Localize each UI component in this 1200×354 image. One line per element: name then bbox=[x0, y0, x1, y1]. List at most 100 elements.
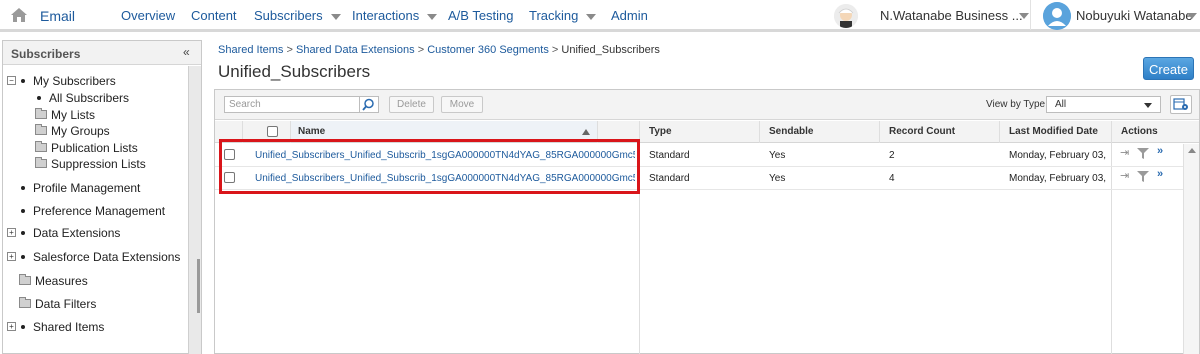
more-actions-icon[interactable]: » bbox=[1157, 145, 1163, 157]
import-icon[interactable]: ⇥ bbox=[1120, 169, 1129, 182]
nav-subscribers[interactable]: Subscribers bbox=[254, 8, 341, 23]
more-actions-icon[interactable]: » bbox=[1157, 168, 1163, 180]
column-header-sendable[interactable]: Sendable bbox=[759, 121, 879, 143]
data-grid: Search Delete Move View by Type All Name… bbox=[214, 89, 1200, 354]
user-icon bbox=[1043, 2, 1071, 30]
bullet-icon bbox=[21, 78, 25, 83]
nav-admin[interactable]: Admin bbox=[611, 8, 648, 23]
view-by-type-select[interactable]: All bbox=[1046, 96, 1161, 113]
sidebar-item-label: Data Extensions bbox=[33, 225, 121, 240]
create-button[interactable]: Create bbox=[1143, 57, 1194, 80]
sidebar-item-shared-items[interactable]: + Shared Items bbox=[7, 319, 104, 335]
column-header-last-modified[interactable]: Last Modified Date bbox=[999, 121, 1111, 143]
import-icon[interactable]: ⇥ bbox=[1120, 146, 1129, 159]
sidebar-item-data-filters[interactable]: Data Filters bbox=[19, 296, 96, 312]
chevron-down-icon bbox=[586, 13, 597, 20]
sidebar-item-my-subscribers[interactable]: − My Subscribers bbox=[7, 73, 116, 89]
view-by-type-label: View by Type bbox=[986, 99, 1046, 110]
column-header-type[interactable]: Type bbox=[639, 121, 759, 143]
sidebar-title: Subscribers bbox=[11, 47, 81, 61]
type-cell: Standard bbox=[649, 150, 690, 161]
sidebar-item-publication-lists[interactable]: Publication Lists bbox=[35, 140, 138, 156]
sidebar-item-preference-management[interactable]: Preference Management bbox=[21, 203, 165, 219]
sidebar-item-label: Suppression Lists bbox=[51, 156, 146, 171]
collapse-icon[interactable]: « bbox=[183, 45, 190, 59]
bullet-icon bbox=[21, 230, 25, 235]
sendable-cell: Yes bbox=[769, 173, 786, 184]
sidebar-item-measures[interactable]: Measures bbox=[19, 273, 88, 289]
nav-ab-testing[interactable]: A/B Testing bbox=[448, 8, 514, 23]
sidebar-item-suppression-lists[interactable]: Suppression Lists bbox=[35, 156, 146, 172]
column-divider bbox=[879, 121, 880, 143]
column-label: Record Count bbox=[889, 126, 956, 137]
user-name[interactable]: Nobuyuki Watanabe bbox=[1076, 8, 1193, 23]
nav-content[interactable]: Content bbox=[191, 8, 237, 23]
column-label: Type bbox=[649, 126, 672, 137]
delete-button[interactable]: Delete bbox=[389, 96, 434, 113]
folder-icon bbox=[35, 141, 47, 153]
column-label: Last Modified Date bbox=[1009, 126, 1098, 137]
filter-icon[interactable] bbox=[1137, 148, 1149, 159]
app-title[interactable]: Email bbox=[40, 8, 75, 24]
sidebar-item-salesforce-data-extensions[interactable]: + Salesforce Data Extensions bbox=[7, 249, 180, 265]
chevron-down-icon bbox=[427, 13, 438, 20]
sidebar-item-all-subscribers[interactable]: All Subscribers bbox=[37, 90, 129, 106]
column-label: Actions bbox=[1121, 126, 1158, 137]
collapse-toggle-icon[interactable]: − bbox=[7, 76, 16, 86]
column-settings-button[interactable] bbox=[1170, 95, 1192, 114]
breadcrumb-shared-data-extensions[interactable]: Shared Data Extensions bbox=[296, 44, 415, 56]
expand-toggle-icon[interactable]: + bbox=[7, 322, 16, 332]
breadcrumb-separator: > bbox=[417, 44, 425, 56]
column-header-actions: Actions bbox=[1111, 121, 1199, 143]
select-all-checkbox[interactable] bbox=[267, 126, 278, 137]
chevron-down-icon[interactable] bbox=[1187, 13, 1197, 19]
record-count-cell: 4 bbox=[889, 173, 895, 184]
sidebar-item-profile-management[interactable]: Profile Management bbox=[21, 180, 140, 196]
sidebar-item-label: Shared Items bbox=[33, 319, 105, 334]
column-divider bbox=[759, 121, 760, 143]
home-icon[interactable] bbox=[10, 7, 28, 23]
expand-toggle-icon[interactable]: + bbox=[7, 252, 16, 262]
expand-toggle-icon[interactable]: + bbox=[7, 228, 16, 238]
sidebar-item-label: Data Filters bbox=[35, 296, 97, 311]
sidebar-item-label: Publication Lists bbox=[51, 140, 138, 155]
filter-icon[interactable] bbox=[1137, 171, 1149, 182]
sidebar-item-label: Profile Management bbox=[33, 180, 141, 195]
type-cell: Standard bbox=[649, 173, 690, 184]
breadcrumb-shared-items[interactable]: Shared Items bbox=[218, 44, 283, 56]
sidebar-header: Subscribers « bbox=[3, 41, 201, 65]
sidebar-item-my-groups[interactable]: My Groups bbox=[35, 123, 110, 139]
bullet-icon bbox=[21, 208, 25, 213]
top-navigation: Email Overview Content Subscribers Inter… bbox=[0, 0, 1200, 32]
account-avatar[interactable] bbox=[834, 4, 858, 28]
search-icon bbox=[362, 98, 374, 111]
user-avatar[interactable] bbox=[1043, 2, 1071, 30]
scroll-up-icon[interactable] bbox=[1188, 148, 1196, 153]
breadcrumb-customer-360-segments[interactable]: Customer 360 Segments bbox=[427, 44, 549, 56]
search-button[interactable] bbox=[359, 96, 379, 113]
nav-interactions[interactable]: Interactions bbox=[352, 8, 438, 23]
divider bbox=[1030, 0, 1031, 30]
sidebar-item-data-extensions[interactable]: + Data Extensions bbox=[7, 225, 120, 241]
sidebar-scroll-thumb[interactable] bbox=[197, 259, 200, 313]
column-label: Sendable bbox=[769, 126, 814, 137]
sort-asc-icon bbox=[582, 129, 590, 135]
folder-icon bbox=[19, 297, 31, 309]
view-by-type-value: All bbox=[1055, 99, 1067, 110]
sidebar-item-label: Preference Management bbox=[33, 203, 166, 218]
column-header-record-count[interactable]: Record Count bbox=[879, 121, 999, 143]
last-modified-cell: Monday, February 03, 2 bbox=[1009, 150, 1109, 161]
nav-overview[interactable]: Overview bbox=[121, 8, 175, 23]
account-name[interactable]: N.Watanabe Business ... bbox=[880, 8, 1023, 23]
sidebar-item-label: My Subscribers bbox=[33, 73, 116, 88]
grid-scrollbar[interactable] bbox=[1183, 144, 1199, 354]
record-count-cell: 2 bbox=[889, 150, 895, 161]
chevron-down-icon[interactable] bbox=[1019, 13, 1029, 19]
move-button[interactable]: Move bbox=[441, 96, 483, 113]
sidebar: Subscribers « − My Subscribers All Subscr… bbox=[2, 40, 202, 354]
chevron-down-icon bbox=[1144, 103, 1152, 108]
nav-tracking[interactable]: Tracking bbox=[529, 8, 597, 23]
search-input[interactable]: Search bbox=[224, 96, 360, 113]
sidebar-item-my-lists[interactable]: My Lists bbox=[35, 107, 95, 123]
breadcrumb-current: Unified_Subscribers bbox=[561, 44, 660, 56]
